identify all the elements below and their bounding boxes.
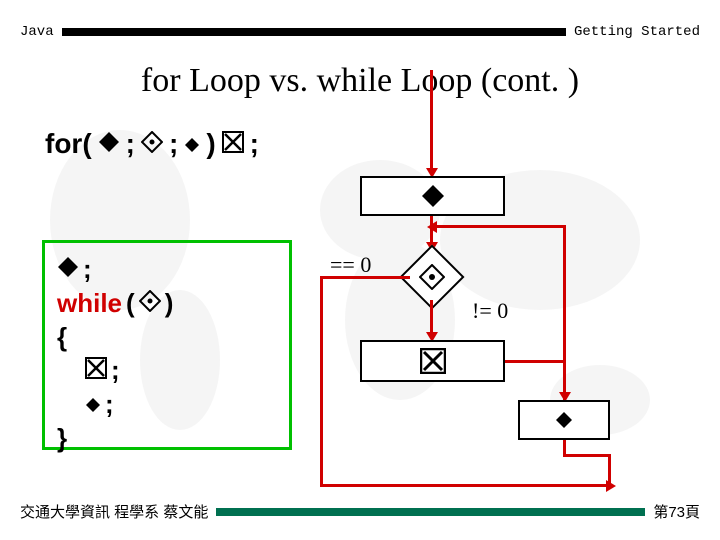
flow-line xyxy=(563,225,566,400)
flow-line xyxy=(320,276,323,486)
flow-line xyxy=(430,70,433,170)
for-sep1: ; xyxy=(126,128,135,160)
box-x-icon xyxy=(85,354,107,388)
while-open: ( xyxy=(126,287,135,321)
while-line1-end: ; xyxy=(83,253,92,287)
flow-line xyxy=(563,454,611,457)
header-left-text: Java xyxy=(20,24,62,40)
diamond-small-icon xyxy=(555,411,573,429)
box-x-icon xyxy=(222,128,244,160)
diamond-outline-dot-icon xyxy=(139,287,161,321)
for-close: ) xyxy=(206,128,215,160)
brace-close: } xyxy=(57,422,67,456)
page-title: for Loop vs. while Loop (cont. ) xyxy=(0,62,720,100)
for-sep2: ; xyxy=(169,128,178,160)
footer-divider xyxy=(216,508,645,516)
while-block: ; while ( ) { ; ; } xyxy=(42,240,292,450)
arrow-right-icon xyxy=(606,480,616,492)
flow-update-box xyxy=(518,400,610,440)
footer: 交通大學資訊 程學系 蔡文能 第73頁 xyxy=(20,501,700,522)
flow-line xyxy=(320,276,410,279)
flow-line xyxy=(433,225,565,228)
while-close: ) xyxy=(165,287,174,321)
flow-line xyxy=(430,300,433,336)
diamond-outline-dot-icon xyxy=(141,128,163,160)
brace-open: { xyxy=(57,321,67,355)
diamond-outline-dot-icon xyxy=(419,264,445,290)
flowchart: == 0 != 0 xyxy=(300,130,700,500)
body2-end: ; xyxy=(105,388,114,422)
header: Java Getting Started xyxy=(20,28,700,36)
arrow-left-icon xyxy=(427,221,437,233)
header-right-text: Getting Started xyxy=(566,24,700,40)
for-keyword: for( xyxy=(45,128,92,160)
footer-left-text: 交通大學資訊 程學系 蔡文能 xyxy=(20,501,216,522)
box-x-icon xyxy=(420,348,446,374)
diamond-small-icon xyxy=(85,388,101,422)
eq-zero-label: == 0 xyxy=(330,252,371,278)
diamond-small-icon xyxy=(184,128,200,160)
footer-right-text: 第73頁 xyxy=(645,501,700,522)
body1-end: ; xyxy=(111,354,120,388)
flow-init-box xyxy=(360,176,505,216)
flow-line xyxy=(320,484,610,487)
ne-zero-label: != 0 xyxy=(472,298,508,324)
flow-body-box xyxy=(360,340,505,382)
for-end: ; xyxy=(250,128,259,160)
diamond-filled-icon xyxy=(421,184,445,208)
for-statement: for( ; ; ) ; xyxy=(45,128,259,160)
diamond-filled-icon xyxy=(98,128,120,160)
flow-line xyxy=(505,360,565,363)
header-divider xyxy=(62,28,566,36)
while-keyword: while xyxy=(57,287,122,321)
diamond-filled-icon xyxy=(57,253,79,287)
